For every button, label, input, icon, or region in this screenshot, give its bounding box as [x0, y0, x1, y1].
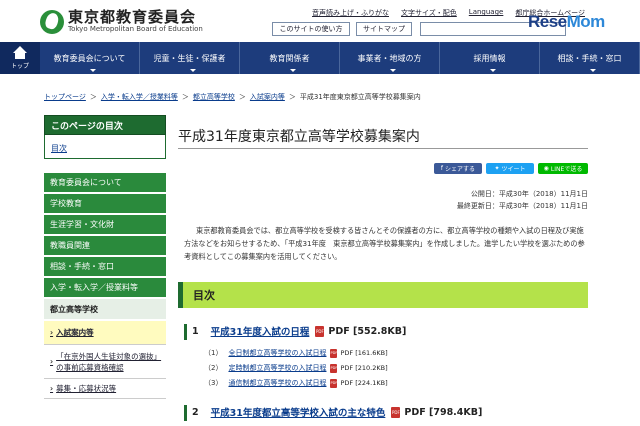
logo-subtitle: Tokyo Metropolitan Board of Education [68, 25, 203, 33]
site-help-button[interactable]: このサイトの使い方 [272, 22, 350, 36]
sidebar-item-admission[interactable]: 入学・転入学／授業料等 [44, 278, 166, 299]
subsection-link[interactable]: 定時制都立高等学校の入試日程 [228, 363, 326, 373]
sidebar-item-lifelong[interactable]: 生涯学習・文化財 [44, 215, 166, 236]
line-icon: ◉ [543, 165, 549, 172]
reading-aid-link[interactable]: 音声読み上げ・ふりがな [312, 8, 389, 18]
pdf-icon: PDF [391, 406, 401, 418]
sidebar-sub-exam-info[interactable]: 入試案内等 [44, 321, 166, 345]
breadcrumb-admission[interactable]: 入学・転入学／授業料等 [101, 92, 178, 102]
pdf-icon: PDF [315, 325, 325, 337]
section-1: 1 平成31年度入試の日程 PDF PDF [552.8KB] [184, 324, 407, 340]
nav-item-students[interactable]: 児童・生徒・保護者 [140, 42, 240, 74]
sidebar-item-highschool[interactable]: 都立高等学校 [44, 299, 166, 321]
site-logo[interactable]: 東京都教育委員会 Tokyo Metropolitan Board of Edu… [40, 9, 203, 34]
breadcrumb: トップページ＞ 入学・転入学／授業料等＞ 都立高等学校＞ 入試案内等＞ 平成31… [44, 92, 421, 102]
breadcrumb-highschool[interactable]: 都立高等学校 [193, 92, 235, 102]
section-number: 1 [192, 325, 199, 337]
nav-home-label: トップ [10, 63, 29, 70]
sidebar-item-school-education[interactable]: 学校教育 [44, 194, 166, 215]
sidebar-sub-applications[interactable]: 募集・応募状況等 [44, 379, 166, 399]
publish-dates: 公開日：平成30年（2018）11月1日 最終更新日：平成30年（2018）11… [420, 188, 588, 212]
resemom-watermark: ReseMom [528, 12, 605, 31]
sidebar-item-consult[interactable]: 相談・手続・窓口 [44, 257, 166, 278]
list-item: （1） 全日制都立高等学校の入試日程 PDF PDF [161.6KB] [204, 348, 388, 358]
toc-heading-bar: 目次 [178, 282, 588, 308]
pdf-size: PDF [798.4KB] [404, 406, 483, 418]
section-2: 2 平成31年度都立高等学校入試の主な特色 PDF PDF [798.4KB] [184, 405, 483, 421]
page-title: 平成31年度東京都立高等学校募集案内 [178, 129, 420, 145]
pdf-icon: PDF [330, 348, 338, 358]
updated-date: 最終更新日：平成30年（2018）11月1日 [456, 202, 588, 210]
sidebar-sub-foreign-students[interactable]: 「在京外国人生徒対象の選抜」の事前応募資格確認 [44, 345, 166, 379]
logo-title: 東京都教育委員会 [68, 8, 197, 26]
ginkgo-leaf-icon [40, 9, 64, 34]
section-2-link[interactable]: 平成31年度都立高等学校入試の主な特色 [211, 405, 386, 419]
nav-item-consult[interactable]: 相談・手続・窓口 [540, 42, 640, 74]
sidebar-menu: 教育委員会について 学校教育 生涯学習・文化財 教職員関連 相談・手続・窓口 入… [44, 173, 166, 399]
nav-item-educators[interactable]: 教育関係者 [240, 42, 340, 74]
pdf-icon: PDF [330, 363, 338, 373]
line-share-button[interactable]: ◉ LINEで送る [538, 163, 588, 174]
nav-item-business[interactable]: 事業者・地域の方 [340, 42, 440, 74]
text-size-link[interactable]: 文字サイズ・配色 [401, 8, 457, 18]
published-date: 公開日：平成30年（2018）11月1日 [470, 190, 588, 198]
title-divider [178, 148, 588, 149]
intro-text: 東京都教育委員会では、都立高等学校を受検する皆さんとその保護者の方に、都立高等学… [184, 226, 585, 261]
subsection-link[interactable]: 全日制都立高等学校の入試日程 [228, 348, 326, 358]
nav-item-board[interactable]: 教育委員会について [40, 42, 140, 74]
sidebar-item-board[interactable]: 教育委員会について [44, 173, 166, 194]
subsection-link[interactable]: 通信制都立高等学校の入試日程 [228, 378, 326, 388]
facebook-share-button[interactable]: f シェアする [434, 163, 482, 174]
list-item: （3） 通信制都立高等学校の入試日程 PDF PDF [224.1KB] [204, 378, 388, 388]
nav-home[interactable]: トップ [0, 42, 40, 74]
sitemap-button[interactable]: サイトマップ [356, 22, 412, 36]
list-item: （2） 定時制都立高等学校の入試日程 PDF PDF [210.2KB] [204, 363, 388, 373]
home-icon [13, 46, 27, 53]
pdf-size: PDF [552.8KB] [328, 325, 407, 337]
twitter-icon: ✦ [494, 165, 500, 172]
sidebar-item-staff[interactable]: 教職員関連 [44, 236, 166, 257]
sidebar-toc-box: 目次 [44, 135, 166, 159]
global-nav: トップ 教育委員会について 児童・生徒・保護者 教育関係者 事業者・地域の方 採… [0, 42, 640, 74]
language-link[interactable]: Language [469, 8, 504, 18]
breadcrumb-current: 平成31年度東京都立高等学校募集案内 [299, 93, 421, 101]
section-1-link[interactable]: 平成31年度入試の日程 [211, 324, 310, 338]
nav-item-recruit[interactable]: 採用情報 [440, 42, 540, 74]
facebook-icon: f [440, 165, 444, 172]
breadcrumb-top[interactable]: トップページ [44, 92, 86, 102]
tweet-button[interactable]: ✦ ツイート [486, 163, 534, 174]
section-number: 2 [192, 406, 199, 418]
pdf-icon: PDF [330, 378, 338, 388]
sidebar-toc-link[interactable]: 目次 [51, 144, 67, 153]
sidebar-toc-heading: このページの目次 [44, 115, 166, 135]
breadcrumb-exam-info[interactable]: 入試案内等 [250, 92, 285, 102]
